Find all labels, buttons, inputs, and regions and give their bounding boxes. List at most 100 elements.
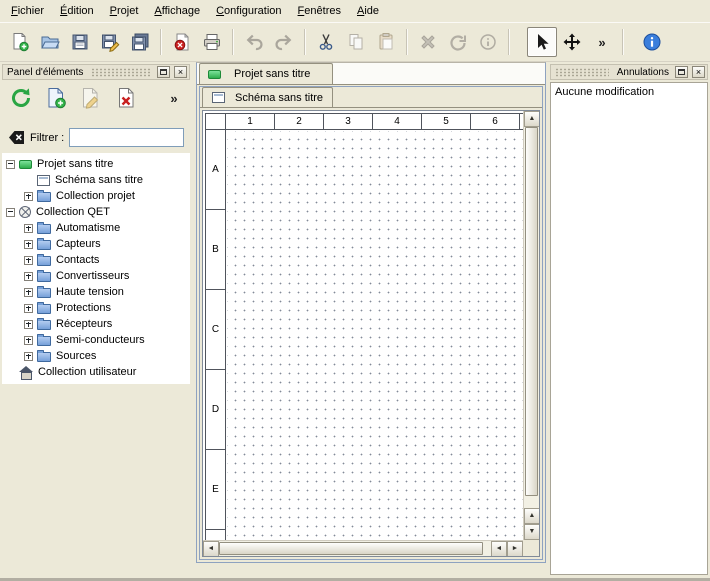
new-file-button[interactable] [5, 27, 35, 57]
tree-item[interactable]: Semi-conducteurs [2, 332, 190, 348]
grid-dots [227, 131, 535, 557]
row-headers: ABCDE [206, 130, 226, 557]
menu-item[interactable]: Configuration [208, 2, 289, 20]
horizontal-scrollbar[interactable]: ◄ ◄ ► [203, 540, 523, 556]
paste-button[interactable] [371, 27, 401, 57]
undo-empty-text: Aucune modification [555, 86, 654, 98]
horizontal-scroll-thumb[interactable] [219, 542, 483, 555]
menu-item[interactable]: Affichage [146, 2, 208, 20]
tree-expander-icon[interactable] [24, 224, 33, 233]
tree-expander-icon[interactable] [24, 192, 33, 201]
close-panel-button[interactable]: × [692, 66, 705, 78]
vertical-scroll-thumb[interactable] [525, 127, 538, 496]
menu-item[interactable]: Aide [349, 2, 387, 20]
reload-collections-button[interactable] [6, 84, 36, 112]
scroll-left-button[interactable]: ◄ [203, 541, 219, 557]
tree-expander-icon[interactable] [24, 304, 33, 313]
scroll-up-button[interactable]: ▲ [524, 508, 540, 524]
float-window-icon [160, 69, 167, 75]
tree-item[interactable]: Capteurs [2, 236, 190, 252]
print-button[interactable] [197, 27, 227, 57]
tree-item[interactable]: Collection utilisateur [2, 364, 190, 380]
delete-element-button[interactable] [111, 84, 141, 112]
save-button[interactable] [65, 27, 95, 57]
menu-item[interactable]: Projet [102, 2, 147, 20]
redo-button[interactable] [269, 27, 299, 57]
delete-button[interactable] [413, 27, 443, 57]
tree-item[interactable]: Automatisme [2, 220, 190, 236]
tree-item[interactable]: Convertisseurs [2, 268, 190, 284]
tree-expander-icon[interactable] [24, 240, 33, 249]
open-file-button[interactable] [35, 27, 65, 57]
scroll-right-button[interactable]: ► [507, 541, 523, 557]
tree-item[interactable]: Haute tension [2, 284, 190, 300]
menu-item[interactable]: Édition [52, 2, 102, 20]
tree-expander-icon[interactable] [24, 320, 33, 329]
close-panel-button[interactable]: × [174, 66, 187, 78]
diagram-tab[interactable]: Schéma sans titre [202, 87, 333, 107]
tree-item[interactable]: Sources [2, 348, 190, 364]
menu-item[interactable]: Fenêtres [290, 2, 349, 20]
undo-button[interactable] [239, 27, 269, 57]
tree-expander-icon[interactable] [24, 336, 33, 345]
backspace-icon [8, 130, 25, 145]
tree-item-label: Capteurs [56, 238, 105, 250]
page-corner [206, 114, 226, 130]
scroll-down-button[interactable]: ▼ [524, 524, 540, 540]
filter-input[interactable] [69, 128, 184, 147]
tree-expander-icon[interactable] [24, 352, 33, 361]
scroll-left-button[interactable]: ◄ [491, 541, 507, 557]
tree-expander-icon[interactable] [24, 288, 33, 297]
vertical-scrollbar[interactable]: ▲ ▲ ▼ [523, 111, 539, 540]
save-all-button[interactable] [125, 27, 155, 57]
new-element-button[interactable] [41, 84, 71, 112]
clear-filter-icon[interactable] [8, 130, 25, 145]
tree-item[interactable]: Récepteurs [2, 316, 190, 332]
cut-button[interactable] [311, 27, 341, 57]
tree-expander-icon[interactable] [6, 208, 15, 217]
tree-item[interactable]: Contacts [2, 252, 190, 268]
save-as-button[interactable] [95, 27, 125, 57]
undo-panel: Annulations × Aucune modification [550, 64, 708, 575]
panel-overflow-chevron-icon[interactable]: » [166, 91, 182, 106]
rotate-button[interactable] [443, 27, 473, 57]
tree-item[interactable]: Schéma sans titre [2, 172, 190, 188]
tree-item[interactable]: Projet sans titre [2, 156, 190, 172]
tree-item-label: Protections [56, 302, 115, 314]
diagram-info-button[interactable] [473, 27, 503, 57]
edit-element-button[interactable] [76, 84, 106, 112]
diagram-tab-label: Schéma sans titre [235, 92, 323, 104]
diagram-view[interactable]: 123456 ABCDE ▲ ▲ ▼ ◄ ◄ ► [202, 110, 540, 557]
tree-item-icon [37, 224, 51, 234]
diagram-tab-bar: Schéma sans titre [200, 87, 542, 108]
close-file-button[interactable] [167, 27, 197, 57]
about-qet-button[interactable] [637, 27, 667, 57]
copy-button[interactable] [341, 27, 371, 57]
up-arrow-icon: ▲ [529, 116, 536, 123]
move-view-button[interactable] [557, 27, 587, 57]
select-pointer-button[interactable] [527, 27, 557, 57]
float-window-icon [678, 69, 685, 75]
project-tab[interactable]: Projet sans titre [199, 63, 333, 84]
tree-item-label: Semi-conducteurs [56, 334, 149, 346]
dock-grip-handle[interactable] [91, 68, 151, 77]
tree-expander-icon[interactable] [6, 160, 15, 169]
paste-icon [376, 32, 396, 52]
tree-item-label: Schéma sans titre [55, 174, 147, 186]
float-panel-button[interactable] [675, 66, 688, 78]
elements-panel-toolbar: » [2, 80, 190, 116]
float-panel-button[interactable] [157, 66, 170, 78]
edit-element-icon [79, 86, 103, 110]
menu-item[interactable]: Fichier [3, 2, 52, 20]
tree-item[interactable]: Protections [2, 300, 190, 316]
filter-label: Filtrer : [30, 132, 64, 144]
tree-item-icon [19, 160, 32, 169]
undo-history-list[interactable]: Aucune modification [550, 82, 708, 575]
tree-item[interactable]: Collection projet [2, 188, 190, 204]
tree-expander-icon[interactable] [24, 256, 33, 265]
dock-grip-handle[interactable] [555, 68, 609, 77]
toolbar-overflow-button[interactable]: » [587, 27, 617, 57]
scroll-up-button[interactable]: ▲ [524, 111, 540, 127]
tree-item[interactable]: Collection QET [2, 204, 190, 220]
tree-expander-icon[interactable] [24, 272, 33, 281]
